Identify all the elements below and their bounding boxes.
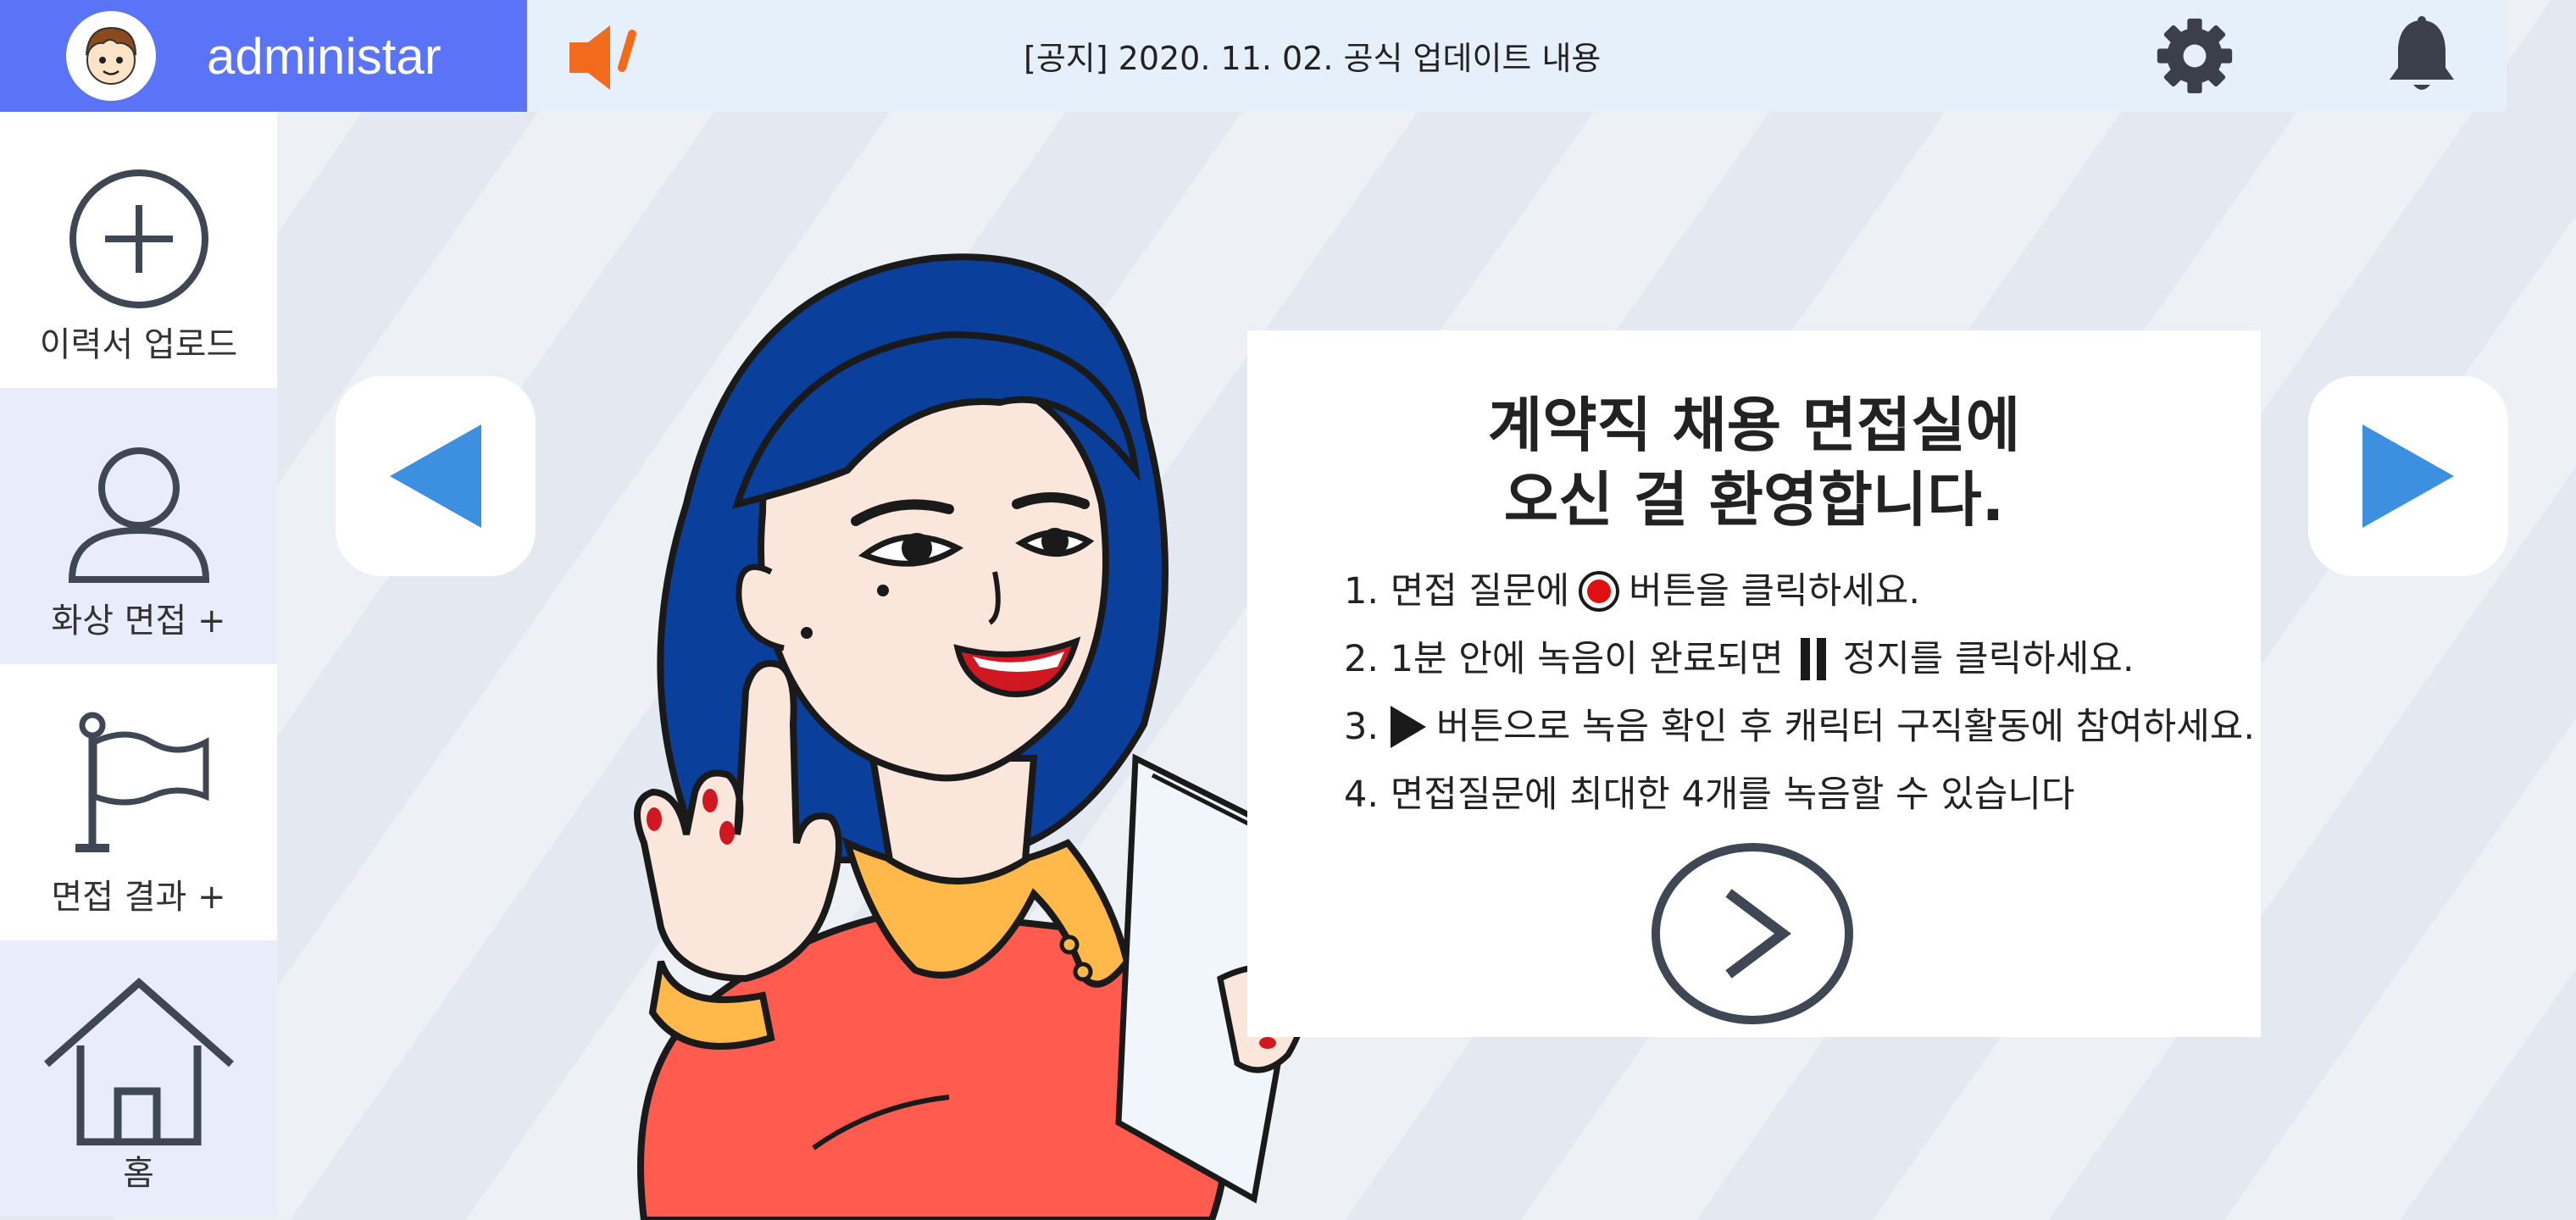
sidebar-item-resume-upload[interactable]: 이력서 업로드 xyxy=(0,112,277,388)
triangle-right-icon xyxy=(2362,424,2454,528)
instruction-card: 계약직 채용 면접실에 오신 걸 환영합니다. 1. 면접 질문에 버튼을 클릭… xyxy=(1247,330,2261,1037)
sidebar-item-interview-result[interactable]: 면접 결과 + xyxy=(0,664,277,940)
step-text: 1. 면접 질문에 xyxy=(1344,570,1570,613)
username: administar xyxy=(207,27,441,85)
notice-bar[interactable]: [공지] 2020. 11. 02. 공식 업데이트 내용 xyxy=(527,0,2507,112)
step-text: 버튼으로 녹음 확인 후 캐릭터 구직활동에 참여하세요. xyxy=(1436,706,2256,748)
speaker-icon[interactable] xyxy=(561,17,654,98)
home-icon xyxy=(43,978,234,1145)
avatar-face-icon xyxy=(86,26,136,85)
card-title-line1: 계약직 채용 면접실에 xyxy=(1487,391,2021,460)
step-text: 정지를 클릭하세요. xyxy=(1842,638,2135,680)
step-text: 2. 1분 안에 녹음이 완료되면 xyxy=(1344,638,1784,680)
user-icon xyxy=(68,447,209,583)
bell-icon[interactable] xyxy=(2379,14,2464,98)
step-text: 버튼을 클릭하세요. xyxy=(1629,570,1920,613)
user-profile-box[interactable]: administar xyxy=(0,0,527,112)
sidebar-item-video-interview[interactable]: 화상 면접 + xyxy=(0,388,277,664)
play-icon xyxy=(1391,706,1427,748)
plus-circle-icon xyxy=(69,169,208,308)
instruction-list: 1. 면접 질문에 버튼을 클릭하세요. 2. 1분 안에 녹음이 완료되면 정… xyxy=(1344,557,2255,829)
sidebar-item-home[interactable]: 홈 xyxy=(0,940,277,1217)
flag-icon xyxy=(75,712,208,852)
instruction-step-4: 4. 면접질문에 최대한 4개를 녹음할 수 있습니다 xyxy=(1344,761,2255,829)
step-text: 4. 면접질문에 최대한 4개를 녹음할 수 있습니다 xyxy=(1344,774,2075,816)
pause-icon xyxy=(1800,638,1826,680)
instruction-step-2: 2. 1분 안에 녹음이 완료되면 정지를 클릭하세요. xyxy=(1344,625,2255,693)
prev-button[interactable] xyxy=(336,376,536,576)
sidebar-item-label: 면접 결과 + xyxy=(51,878,226,917)
triangle-left-icon xyxy=(390,424,481,528)
card-title-line2: 오신 걸 환영합니다. xyxy=(1503,465,2005,535)
start-interview-button[interactable] xyxy=(1651,842,1854,1025)
instruction-step-1: 1. 면접 질문에 버튼을 클릭하세요. xyxy=(1344,557,2255,625)
notice-text[interactable]: [공지] 2020. 11. 02. 공식 업데이트 내용 xyxy=(1024,32,1601,79)
gear-icon[interactable] xyxy=(2154,15,2235,97)
sidebar: 이력서 업로드 화상 면접 + 면접 결과 + 홈 xyxy=(0,112,277,1220)
sidebar-item-label: 화상 면접 + xyxy=(51,602,226,640)
record-icon xyxy=(1579,571,1620,612)
next-slide-button[interactable] xyxy=(2308,376,2508,576)
sidebar-item-label: 이력서 업로드 xyxy=(39,325,238,364)
instruction-step-3: 3. 버튼으로 녹음 확인 후 캐릭터 구직활동에 참여하세요. xyxy=(1344,693,2255,761)
card-title: 계약직 채용 면접실에 오신 걸 환영합니다. xyxy=(1247,388,2261,537)
sidebar-item-label: 홈 xyxy=(123,1154,154,1193)
avatar[interactable] xyxy=(66,11,156,101)
step-text: 3. xyxy=(1344,706,1380,748)
